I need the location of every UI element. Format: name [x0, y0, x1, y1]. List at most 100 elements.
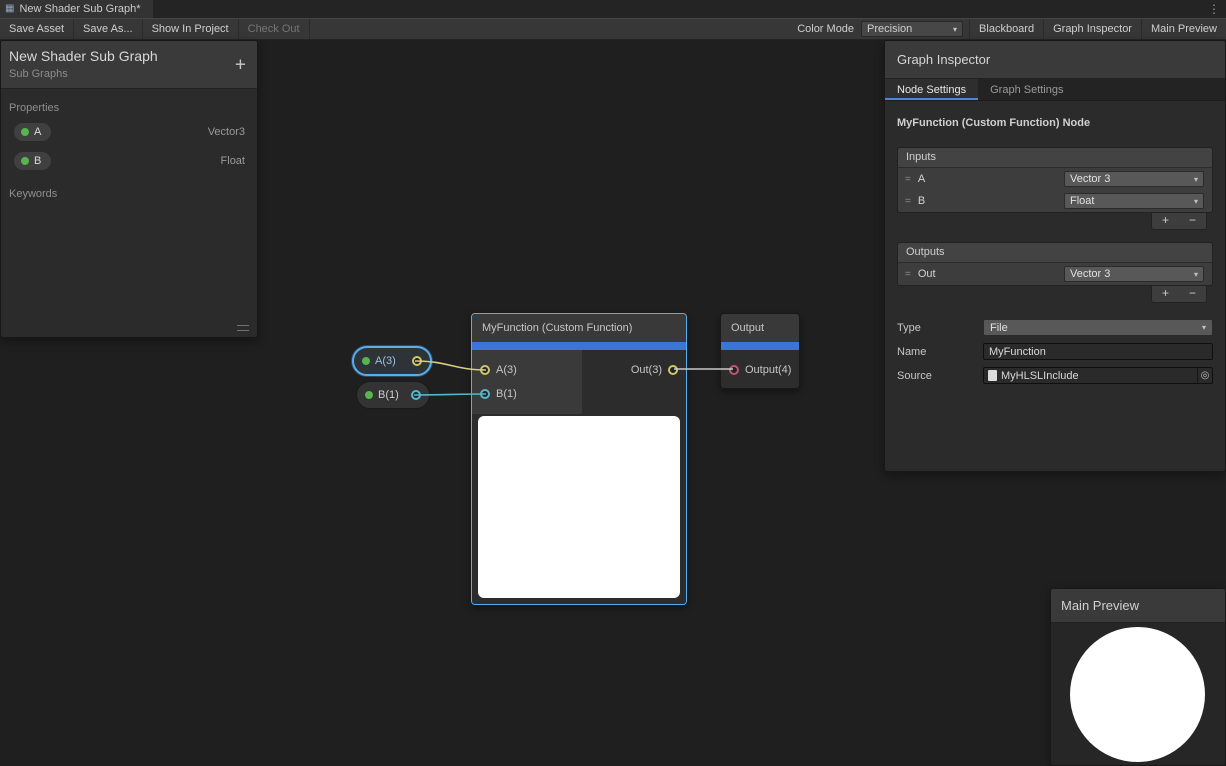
blackboard-toggle-button[interactable]: Blackboard	[969, 19, 1043, 39]
exposed-property-dot-icon	[362, 357, 370, 365]
color-mode-label: Color Mode	[790, 19, 861, 39]
output-port-icon[interactable]	[412, 356, 422, 366]
name-label: Name	[897, 346, 983, 358]
output-port-icon[interactable]	[411, 390, 421, 400]
document-tab[interactable]: ▦ New Shader Sub Graph*	[0, 0, 153, 18]
type-field-row: Type File ▾	[897, 319, 1213, 336]
blackboard-header[interactable]: New Shader Sub Graph Sub Graphs +	[1, 41, 257, 89]
object-picker-icon[interactable]: ◎	[1197, 368, 1212, 383]
main-preview-panel: Main Preview	[1050, 588, 1226, 766]
property-name: B	[34, 155, 41, 167]
drag-handle-icon[interactable]: =	[905, 196, 911, 207]
shader-graph-window: ▦ New Shader Sub Graph* ⋮ Save Asset Sav…	[0, 0, 1226, 766]
main-preview-toggle-button[interactable]: Main Preview	[1141, 19, 1226, 39]
node-input-column: A(3) B(1)	[472, 350, 582, 414]
graph-canvas[interactable]: A(3) B(1) MyFunction (Custom Function) A…	[0, 40, 1226, 766]
toolbar-right-group: Color Mode Precision ▾ Blackboard Graph …	[790, 19, 1226, 39]
property-node-b[interactable]: B(1)	[356, 381, 430, 409]
input-port-icon[interactable]	[480, 365, 490, 375]
add-output-button[interactable]: +	[1152, 286, 1179, 302]
node-output-column: Out(3)	[582, 350, 686, 414]
node-preview-image	[478, 416, 680, 598]
input-port-row: Output(4)	[721, 358, 799, 382]
input-type-dropdown[interactable]: Float ▾	[1064, 193, 1204, 209]
property-node-label: A(3)	[375, 355, 396, 367]
output-port-icon[interactable]	[668, 365, 678, 375]
inspector-body: MyFunction (Custom Function) Node Inputs…	[885, 101, 1225, 403]
property-pill[interactable]: B	[13, 151, 52, 171]
main-toolbar: Save Asset Save As... Show In Project Ch…	[0, 18, 1226, 40]
port-label: A(3)	[496, 364, 517, 376]
remove-input-button[interactable]: −	[1179, 213, 1206, 229]
inputs-list-footer: + −	[897, 213, 1213, 230]
document-tab-bar: ▦ New Shader Sub Graph* ⋮	[0, 0, 1226, 18]
input-port-row: B(1)	[472, 382, 582, 406]
type-label: Type	[897, 322, 983, 334]
property-row-a[interactable]: A Vector3	[1, 117, 257, 146]
input-row-b[interactable]: = B Float ▾	[898, 190, 1212, 212]
name-input[interactable]: MyFunction	[983, 343, 1213, 360]
exposed-property-dot-icon	[365, 391, 373, 399]
source-field-row: Source MyHLSLInclude ◎	[897, 367, 1213, 384]
blackboard-subtitle: Sub Graphs	[9, 68, 249, 80]
input-port-icon[interactable]	[480, 389, 490, 399]
resize-handle[interactable]	[237, 325, 249, 331]
tab-graph-settings[interactable]: Graph Settings	[978, 79, 1075, 100]
input-port-icon[interactable]	[729, 365, 739, 375]
properties-section-label: Properties	[9, 102, 249, 114]
node-preview	[472, 414, 686, 604]
input-type-value: Float	[1070, 195, 1094, 207]
drag-handle-icon[interactable]: =	[905, 269, 911, 280]
add-input-button[interactable]: +	[1152, 213, 1179, 229]
input-row-a[interactable]: = A Vector 3 ▾	[898, 168, 1212, 190]
node-port-area: A(3) B(1) Out(3)	[472, 350, 686, 414]
type-value: File	[990, 322, 1008, 334]
node-title[interactable]: Output	[721, 314, 799, 342]
node-accent-bar	[472, 342, 686, 350]
property-type: Vector3	[208, 126, 245, 138]
output-node[interactable]: Output Output(4)	[720, 313, 800, 389]
output-row-out[interactable]: = Out Vector 3 ▾	[898, 263, 1212, 285]
graph-inspector-panel: Graph Inspector Node Settings Graph Sett…	[884, 40, 1226, 472]
property-name: A	[34, 126, 41, 138]
custom-function-node[interactable]: MyFunction (Custom Function) A(3) B(1) O…	[471, 313, 687, 605]
save-asset-button[interactable]: Save Asset	[0, 19, 74, 39]
preview-viewport[interactable]	[1051, 623, 1225, 766]
property-row-b[interactable]: B Float	[1, 146, 257, 175]
input-type-value: Vector 3	[1070, 173, 1110, 185]
source-object-field[interactable]: MyHLSLInclude ◎	[983, 367, 1213, 384]
main-preview-title[interactable]: Main Preview	[1051, 589, 1225, 623]
save-as-button[interactable]: Save As...	[74, 19, 143, 39]
input-name: A	[918, 173, 1057, 185]
input-type-dropdown[interactable]: Vector 3 ▾	[1064, 171, 1204, 187]
property-pill[interactable]: A	[13, 122, 52, 142]
tab-node-settings[interactable]: Node Settings	[885, 79, 978, 100]
property-type: Float	[221, 155, 245, 167]
graph-inspector-toggle-button[interactable]: Graph Inspector	[1043, 19, 1141, 39]
node-settings-heading: MyFunction (Custom Function) Node	[897, 117, 1213, 129]
outputs-list-header: Outputs	[898, 243, 1212, 263]
chevron-down-icon: ▾	[1194, 197, 1198, 206]
outputs-list-footer: + −	[897, 286, 1213, 303]
chevron-down-icon: ▾	[1202, 323, 1206, 332]
chevron-down-icon: ▾	[1194, 175, 1198, 184]
tab-title: New Shader Sub Graph*	[19, 3, 140, 15]
add-property-button[interactable]: +	[235, 55, 246, 74]
property-node-a[interactable]: A(3)	[352, 346, 432, 376]
port-label: B(1)	[496, 388, 517, 400]
remove-output-button[interactable]: −	[1179, 286, 1206, 302]
inspector-title[interactable]: Graph Inspector	[885, 41, 1225, 79]
type-dropdown[interactable]: File ▾	[983, 319, 1213, 336]
node-accent-bar	[721, 342, 799, 350]
node-title[interactable]: MyFunction (Custom Function)	[472, 314, 686, 342]
input-name: B	[918, 195, 1057, 207]
drag-handle-icon[interactable]: =	[905, 174, 911, 185]
output-type-value: Vector 3	[1070, 268, 1110, 280]
inputs-list-header: Inputs	[898, 148, 1212, 168]
script-file-icon	[988, 370, 997, 381]
show-in-project-button[interactable]: Show In Project	[143, 19, 239, 39]
kebab-menu-icon[interactable]: ⋮	[1208, 0, 1220, 18]
output-type-dropdown[interactable]: Vector 3 ▾	[1064, 266, 1204, 282]
color-mode-dropdown[interactable]: Precision ▾	[861, 21, 963, 37]
property-node-label: B(1)	[378, 389, 399, 401]
